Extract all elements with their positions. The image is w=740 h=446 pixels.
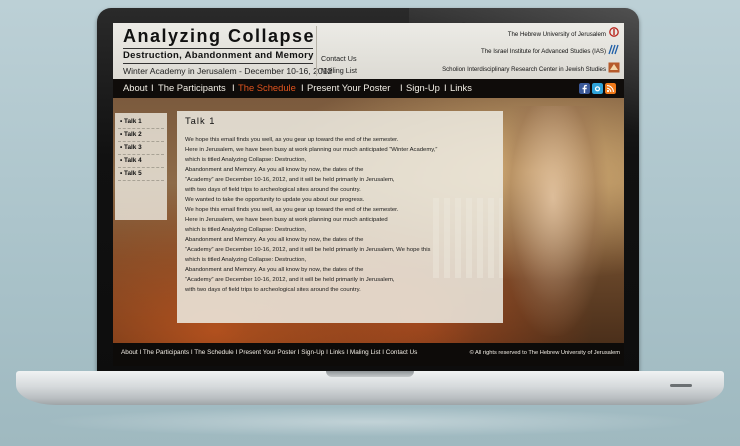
- talk-sidebar: • Talk 1 • Talk 2 • Talk 3 • Talk 4 • Ta…: [115, 113, 167, 220]
- site-subtitle: Destruction, Abandonment and Memory: [123, 50, 314, 61]
- nav-separator: I: [400, 82, 403, 93]
- site-footer: About I The Participants I The Schedule …: [113, 343, 624, 366]
- site-title: Analyzing Collapse: [123, 26, 316, 46]
- laptop-screen: Analyzing Collapse Destruction, Abandonm…: [113, 23, 624, 366]
- ias-logo-icon: [608, 44, 619, 55]
- title-rule: [123, 48, 313, 49]
- content-line: We wanted to take the opportunity to upd…: [185, 197, 365, 203]
- site-header: Analyzing Collapse Destruction, Abandonm…: [113, 23, 624, 79]
- sidebar-item-talk-1[interactable]: • Talk 1: [120, 118, 142, 125]
- header-divider: [316, 26, 317, 76]
- institution-scholion[interactable]: Scholion Interdisciplinary Research Cent…: [442, 66, 606, 73]
- content-line: Abandonment and Memory. As you all know …: [185, 237, 364, 243]
- sidebar-item-talk-5[interactable]: • Talk 5: [120, 170, 142, 177]
- talk-title: Talk 1: [185, 115, 216, 126]
- content-line: which is titled Analyzing Collapse: Dest…: [185, 157, 307, 163]
- sidebar-divider: [118, 180, 164, 181]
- nav-item-about[interactable]: About: [123, 82, 148, 93]
- content-line: Here in Jerusalem, we have been busy at …: [185, 147, 438, 153]
- content-line: Abandonment and Memory. As you all know …: [185, 167, 364, 173]
- main-nav: About I The Participants I The Schedule …: [113, 79, 624, 98]
- huji-logo-icon: [609, 27, 619, 37]
- nav-item-signup[interactable]: Sign-Up: [406, 82, 440, 93]
- sidebar-item-talk-4[interactable]: • Talk 4: [120, 157, 142, 164]
- nav-separator: I: [301, 82, 304, 93]
- content-line: We hope this email finds you well, as yo…: [185, 137, 399, 143]
- talk-content-panel: Talk 1 We hope this email finds you well…: [177, 111, 503, 323]
- content-line: which is titled Analyzing Collapse: Dest…: [185, 227, 307, 233]
- institution-ias[interactable]: The Israel Institute for Advanced Studie…: [481, 48, 606, 55]
- sidebar-divider: [118, 154, 164, 155]
- rss-icon[interactable]: [605, 83, 616, 94]
- subtitle-rule: [123, 63, 313, 64]
- hero-painting-background: • Talk 1 • Talk 2 • Talk 3 • Talk 4 • Ta…: [113, 98, 624, 343]
- sidebar-divider: [118, 167, 164, 168]
- sidebar-item-talk-3[interactable]: • Talk 3: [120, 144, 142, 151]
- content-line: “Academy” are December 10-16, 2012, and …: [185, 277, 395, 283]
- content-line: with two days of field trips to archeolo…: [185, 187, 361, 193]
- content-line: which is titled Analyzing Collapse: Dest…: [185, 257, 307, 263]
- contact-us-link[interactable]: Contact Us: [321, 54, 357, 63]
- laptop-base: [16, 371, 724, 405]
- content-line: with two days of field trips to archeolo…: [185, 287, 361, 293]
- nav-item-links[interactable]: Links: [450, 82, 472, 93]
- sidebar-divider: [118, 128, 164, 129]
- nav-item-poster[interactable]: Present Your Poster: [307, 82, 390, 93]
- desk-reflection: [40, 407, 700, 437]
- nav-separator: I: [151, 82, 154, 93]
- nav-item-participants[interactable]: The Participants: [158, 82, 226, 93]
- footer-links[interactable]: About I The Participants I The Schedule …: [121, 349, 417, 356]
- content-line: We hope this email finds you well, as yo…: [185, 207, 399, 213]
- institution-huji[interactable]: The Hebrew University of Jerusalem: [508, 31, 606, 38]
- nav-separator: I: [444, 82, 447, 93]
- painted-statue: [498, 106, 608, 336]
- twitter-icon[interactable]: [592, 83, 603, 94]
- sidebar-item-talk-2[interactable]: • Talk 2: [120, 131, 142, 138]
- content-line: “Academy” are December 10-16, 2012, and …: [185, 177, 395, 183]
- content-line: Here in Jerusalem, we have been busy at …: [185, 217, 388, 223]
- nav-item-schedule[interactable]: The Schedule: [238, 82, 296, 93]
- content-line: Abandonment and Memory. As you all know …: [185, 267, 364, 273]
- content-line: “Academy” are December 10-16, 2012, and …: [185, 247, 431, 253]
- footer-copyright: © All rights reserved to The Hebrew Univ…: [469, 350, 620, 356]
- facebook-icon[interactable]: [579, 83, 590, 94]
- indicator-light: [670, 384, 692, 387]
- scholion-logo-icon: [608, 62, 620, 73]
- event-date: Winter Academy in Jerusalem - December 1…: [123, 66, 333, 76]
- sidebar-divider: [118, 141, 164, 142]
- nav-separator: I: [232, 82, 235, 93]
- mailing-list-link[interactable]: Mailing List: [321, 66, 357, 75]
- lid-opening-notch: [326, 371, 414, 377]
